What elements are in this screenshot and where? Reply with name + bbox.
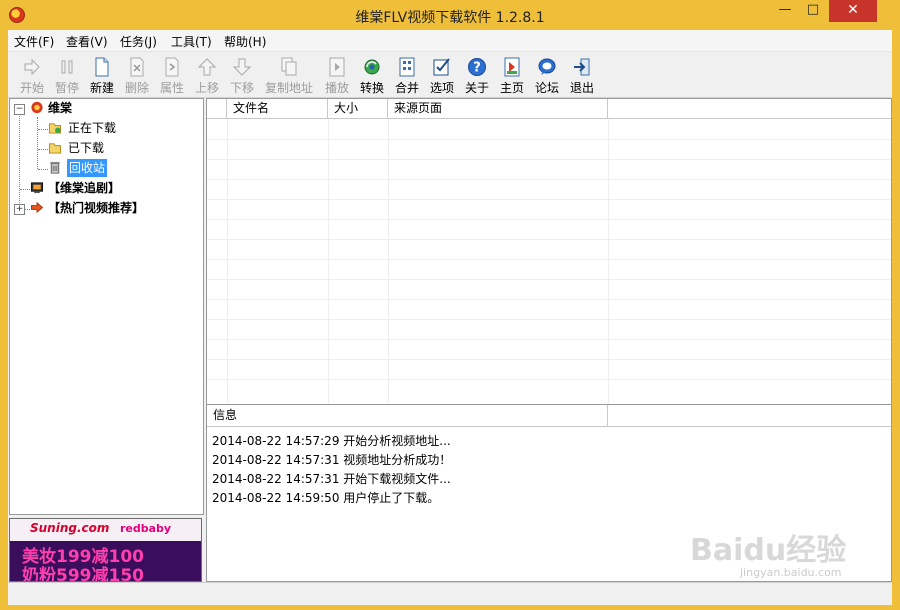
grid-line <box>207 259 891 260</box>
grid-line <box>207 379 891 380</box>
column-header-size[interactable]: 大小 <box>328 99 388 119</box>
move-up-icon <box>197 58 217 76</box>
grid-line <box>207 339 891 340</box>
minimize-button[interactable]: — <box>772 0 798 22</box>
tree-item-drama[interactable]: 【维棠追剧】 <box>10 179 200 197</box>
status-bar <box>8 582 892 605</box>
tv-icon <box>30 182 44 194</box>
grid-line <box>207 159 891 160</box>
maximize-button[interactable]: □ <box>800 0 826 22</box>
properties-icon <box>165 57 179 77</box>
close-button[interactable]: ✕ <box>829 0 877 22</box>
app-window: 维棠FLV视频下载软件 1.2.8.1 — □ ✕ 文件(F) 查看(V) 任务… <box>0 0 900 610</box>
recycle-bin-icon <box>50 161 60 174</box>
menu-bar: 文件(F) 查看(V) 任务(J) 工具(T) 帮助(H) <box>8 30 892 52</box>
options-icon <box>433 58 450 76</box>
log-line: 2014-08-22 14:57:31 视频地址分析成功！ <box>212 453 452 467</box>
menu-view[interactable]: 查看(V) <box>66 33 108 50</box>
tree-item-weitang[interactable]: 维棠 <box>10 99 200 117</box>
menu-tools[interactable]: 工具(T) <box>171 33 212 50</box>
ad-brand: Suning.com <box>30 521 110 535</box>
grid-line <box>227 119 228 404</box>
forum-icon <box>538 58 556 75</box>
column-header-filler <box>608 99 891 119</box>
copy-address-button[interactable]: 复制地址 <box>265 54 313 96</box>
column-header-source[interactable]: 来源页面 <box>388 99 608 119</box>
watermark: Baidu经验 <box>690 533 847 568</box>
menu-help[interactable]: 帮助(H) <box>224 33 266 50</box>
svg-text:?: ? <box>473 61 481 76</box>
tree-label-recycle-bin: 回收站 <box>67 159 108 177</box>
convert-icon <box>364 59 380 75</box>
tree-label-downloaded: 已下载 <box>68 141 105 155</box>
info-header: 信息 <box>207 405 891 427</box>
watermark-url: jingyan.baidu.com <box>740 566 842 579</box>
grid-line <box>207 359 891 360</box>
grid-line <box>207 139 891 140</box>
tree-item-downloading[interactable]: 正在下载 <box>10 119 200 137</box>
tree-label-weitang: 维棠 <box>48 101 73 115</box>
tree-item-hot-videos[interactable]: 【热门视频推荐】 <box>10 199 200 217</box>
log-line: 2014-08-22 14:57:31 开始下载视频文件... <box>212 472 451 486</box>
move-down-button[interactable]: 下移 <box>225 54 259 96</box>
column-header-info[interactable]: 信息 <box>207 405 608 426</box>
grid-line <box>328 119 329 404</box>
tree-item-recycle-bin[interactable]: 回收站 <box>10 159 200 177</box>
grid-line <box>207 179 891 180</box>
delete-icon <box>130 57 144 77</box>
ad-banner[interactable]: Suning.com redbaby 美妆199减100 奶粉599减150 <box>9 518 202 582</box>
download-list[interactable]: 文件名 大小 来源页面 <box>206 98 892 405</box>
merge-icon <box>399 57 415 77</box>
ad-header: Suning.com redbaby <box>10 519 201 541</box>
window-title: 维棠FLV视频下载软件 1.2.8.1 <box>355 10 545 26</box>
exit-label: 退出 <box>569 81 594 95</box>
exit-icon <box>574 58 590 76</box>
exit-button[interactable]: 退出 <box>565 54 599 96</box>
homepage-icon <box>504 57 520 77</box>
title-bar: 维棠FLV视频下载软件 1.2.8.1 — □ ✕ <box>0 0 900 30</box>
new-document-icon <box>95 57 109 77</box>
grid-line <box>207 299 891 300</box>
play-arrow-icon <box>24 58 40 76</box>
copy-address-icon <box>281 57 297 76</box>
toolbar: 开始 暂停 新建 删除 属性 上移 下移 复制地址 播放 转换 合并 选项 ? … <box>8 52 892 98</box>
client-area: 文件(F) 查看(V) 任务(J) 工具(T) 帮助(H) 开始 暂停 新建 删… <box>8 30 892 605</box>
grid-line <box>207 319 891 320</box>
grid-line <box>207 279 891 280</box>
grid-line <box>207 239 891 240</box>
pause-icon <box>61 60 73 74</box>
tree-label-drama: 【维棠追剧】 <box>48 181 121 195</box>
tree-label-downloading: 正在下载 <box>68 121 117 135</box>
arrow-right-icon <box>30 201 44 214</box>
tree-label-hot-videos: 【热门视频推荐】 <box>48 201 145 215</box>
grid-line <box>388 119 389 404</box>
ad-line-2: 奶粉599减150 <box>22 566 144 582</box>
category-tree: − 维棠 正在下载 已下载 回收站 【维棠追剧】 + 【热门视频推荐】 <box>9 98 204 515</box>
weitang-logo-icon <box>31 101 43 114</box>
move-down-icon <box>232 58 252 76</box>
column-header-filename[interactable]: 文件名 <box>227 99 328 119</box>
log-line: 2014-08-22 14:57:29 开始分析视频地址... <box>212 434 451 448</box>
about-icon: ? <box>468 58 486 76</box>
log-line: 2014-08-22 14:59:50 用户停止了下载。 <box>212 491 440 505</box>
menu-file[interactable]: 文件(F) <box>14 33 54 50</box>
column-header-blank <box>207 99 227 119</box>
downloading-folder-icon <box>48 123 62 134</box>
grid-line <box>207 199 891 200</box>
menu-task[interactable]: 任务(J) <box>120 33 157 50</box>
play-video-icon <box>329 57 345 77</box>
grid-line <box>608 119 609 404</box>
grid-line <box>207 219 891 220</box>
ad-partner: redbaby <box>120 522 172 535</box>
tree-item-downloaded[interactable]: 已下载 <box>10 139 200 157</box>
downloaded-folder-icon <box>48 143 62 154</box>
